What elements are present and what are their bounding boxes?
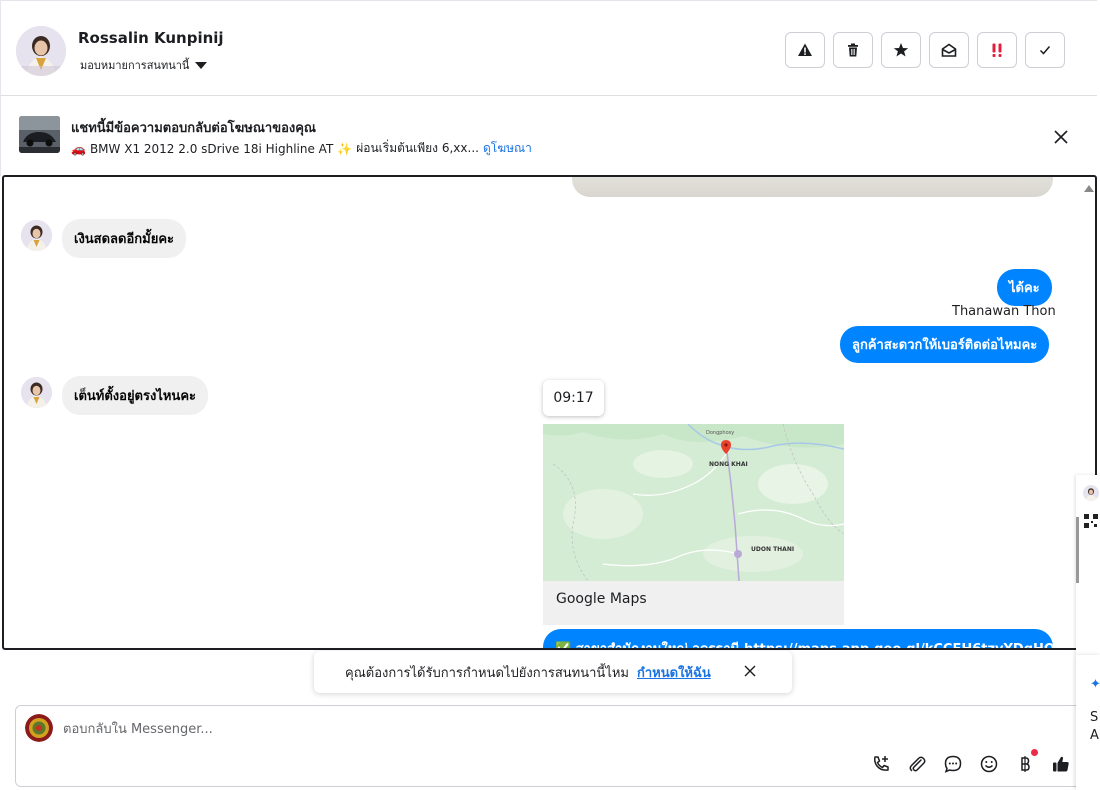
contact-avatar-small bbox=[21, 377, 52, 408]
assign-label: มอบหมายการสนทนานี้ bbox=[80, 59, 190, 72]
map-preview: Dongphosy NONG KHAI UDON THANI bbox=[543, 424, 844, 581]
star-icon bbox=[893, 43, 909, 57]
map-card-title: Google Maps bbox=[556, 591, 647, 607]
conversation-header: Rossalin Kunpinij มอบหมายการสนทนานี้ bbox=[0, 0, 1097, 96]
message-outgoing[interactable]: ได้คะ bbox=[997, 269, 1052, 306]
caret-down-icon bbox=[195, 61, 208, 69]
mark-unread-button[interactable] bbox=[929, 32, 969, 68]
ad-thumbnail[interactable] bbox=[19, 116, 60, 153]
contact-avatar-small bbox=[21, 220, 52, 251]
contact-name[interactable]: Rossalin Kunpinij bbox=[78, 29, 224, 47]
notification-dot bbox=[1031, 749, 1038, 756]
smiley-icon bbox=[980, 755, 998, 773]
like-button[interactable] bbox=[1049, 752, 1073, 776]
emoji-button[interactable] bbox=[977, 752, 1001, 776]
contact-avatar[interactable] bbox=[16, 26, 66, 76]
message-outgoing-link[interactable]: ✅ สาขาสำนักงานใหญ่ อุดรธานี https://maps… bbox=[543, 629, 1053, 648]
saved-replies-button[interactable] bbox=[941, 752, 965, 776]
ad-banner-title: แชทนี้มีข้อความตอบกลับต่อโฆษณาของคุณ bbox=[71, 121, 316, 136]
payment-button[interactable] bbox=[1013, 749, 1038, 776]
side-panel: ✦ S A bbox=[1076, 655, 1100, 790]
side-scrollbar[interactable] bbox=[1076, 517, 1079, 583]
contact-avatar-small[interactable] bbox=[1083, 485, 1099, 501]
sparkle-emoji-icon: ✨ bbox=[337, 141, 353, 156]
trash-icon bbox=[848, 43, 858, 57]
message-incoming[interactable]: เงินสดลดอีกมั้ยคะ bbox=[62, 219, 187, 258]
image-attachment[interactable] bbox=[572, 177, 1053, 197]
assign-conversation-dropdown[interactable]: มอบหมายการสนทนานี้ bbox=[80, 56, 208, 74]
ad-banner-detail: 🚗 BMW X1 2012 2.0 sDrive 18i Highline AT… bbox=[71, 139, 532, 158]
svg-text:NONG KHAI: NONG KHAI bbox=[709, 461, 748, 468]
call-button[interactable] bbox=[869, 752, 893, 776]
phone-plus-icon bbox=[874, 756, 889, 771]
baht-icon bbox=[1021, 756, 1030, 772]
close-icon[interactable] bbox=[742, 663, 758, 679]
attach-button[interactable] bbox=[905, 752, 929, 776]
svg-text:UDON THANI: UDON THANI bbox=[751, 546, 794, 553]
priority-button[interactable] bbox=[977, 32, 1017, 68]
assign-prompt-text: คุณต้องการได้รับการกำหนดไปยังการสนทนานี้… bbox=[345, 665, 629, 681]
car-emoji-icon: 🚗 bbox=[71, 141, 86, 156]
priority-icon bbox=[992, 43, 1002, 57]
alert-icon bbox=[798, 43, 812, 56]
check-icon bbox=[1039, 46, 1051, 55]
message-incoming[interactable]: เต็นท์ตั้งอยู่ตรงไหนคะ bbox=[62, 376, 209, 415]
envelope-open-icon bbox=[941, 43, 957, 57]
map-share-card[interactable]: Dongphosy NONG KHAI UDON THANI Google Ma… bbox=[543, 424, 844, 625]
report-spam-button[interactable] bbox=[785, 32, 825, 68]
ad-reply-banner: แชทนี้มีข้อความตอบกลับต่อโฆษณาของคุณ 🚗 B… bbox=[0, 96, 1097, 176]
chat-bubble-icon bbox=[944, 755, 962, 773]
page-avatar bbox=[25, 714, 53, 742]
conversation-toolbar bbox=[785, 32, 1065, 68]
composer-toolbar bbox=[869, 749, 1073, 776]
timestamp-tooltip: 09:17 bbox=[543, 380, 604, 416]
message-outgoing[interactable]: ลูกค้าสะดวกให้เบอร์ติดต่อไหมคะ bbox=[840, 326, 1050, 363]
delete-button[interactable] bbox=[833, 32, 873, 68]
message-thread[interactable]: เงินสดลดอีกมั้ยคะ ได้คะ Thanawan Thon ลู… bbox=[2, 175, 1097, 650]
close-icon[interactable] bbox=[1051, 127, 1071, 147]
reply-input[interactable] bbox=[63, 718, 963, 740]
paperclip-icon bbox=[909, 756, 926, 772]
thumbs-up-icon bbox=[1053, 756, 1069, 772]
star-button[interactable] bbox=[881, 32, 921, 68]
assign-prompt-toast: คุณต้องการได้รับการกำหนดไปยังการสนทนานี้… bbox=[314, 651, 792, 693]
message-composer bbox=[15, 705, 1085, 787]
qr-thumbnail[interactable] bbox=[1083, 513, 1099, 529]
ad-text: BMW X1 2012 2.0 sDrive 18i Highline AT bbox=[89, 141, 334, 156]
svg-text:Dongphosy: Dongphosy bbox=[706, 430, 734, 436]
ad-text-2: ผ่อนเริ่มต้นเพียง 6,xx... bbox=[356, 141, 479, 155]
sender-name: Thanawan Thon bbox=[952, 304, 1056, 319]
mark-done-button[interactable] bbox=[1025, 32, 1065, 68]
side-conversation-list[interactable] bbox=[1076, 475, 1100, 655]
scroll-up-arrow-icon[interactable] bbox=[1084, 185, 1094, 192]
assign-to-me-link[interactable]: กำหนดให้ฉัน bbox=[637, 662, 711, 683]
view-ad-link[interactable]: ดูโฆษณา bbox=[483, 139, 532, 158]
